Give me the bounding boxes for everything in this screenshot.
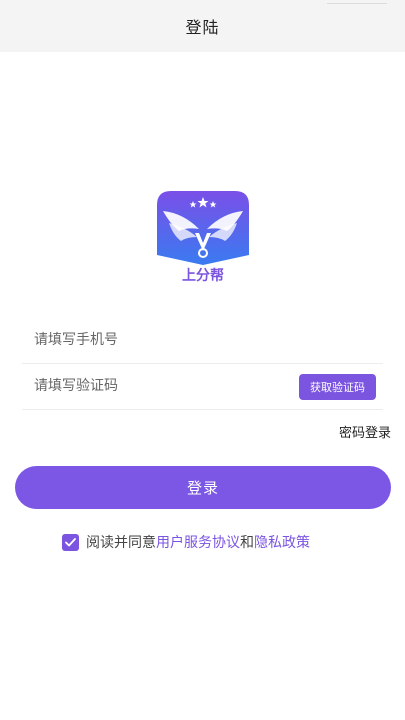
- login-button[interactable]: 登录: [15, 466, 391, 509]
- verification-code-field: 获取验证码: [22, 364, 383, 410]
- verification-code-input[interactable]: [22, 364, 252, 408]
- phone-field: [22, 318, 383, 364]
- agreement-and: 和: [240, 535, 254, 551]
- status-bar-hint: [327, 0, 387, 4]
- terms-link[interactable]: 用户服务协议: [156, 532, 240, 552]
- logo-wordmark: 上分帮: [182, 267, 224, 283]
- agreement-prefix: 阅读并同意: [86, 535, 156, 551]
- phone-input[interactable]: [22, 318, 252, 362]
- agreement-checkbox[interactable]: [62, 533, 79, 551]
- top-bar: 登陆: [0, 0, 405, 52]
- password-login-link[interactable]: 密码登录: [339, 422, 391, 441]
- page-title: 登陆: [185, 18, 220, 37]
- privacy-link[interactable]: 隐私政策: [254, 532, 310, 552]
- agreement-row: 阅读并同意 用户服务协议 和 隐私政策: [62, 532, 310, 552]
- get-code-button[interactable]: 获取验证码: [299, 374, 376, 400]
- app-logo: 上分帮: [157, 191, 249, 283]
- checkmark-icon: [65, 537, 76, 546]
